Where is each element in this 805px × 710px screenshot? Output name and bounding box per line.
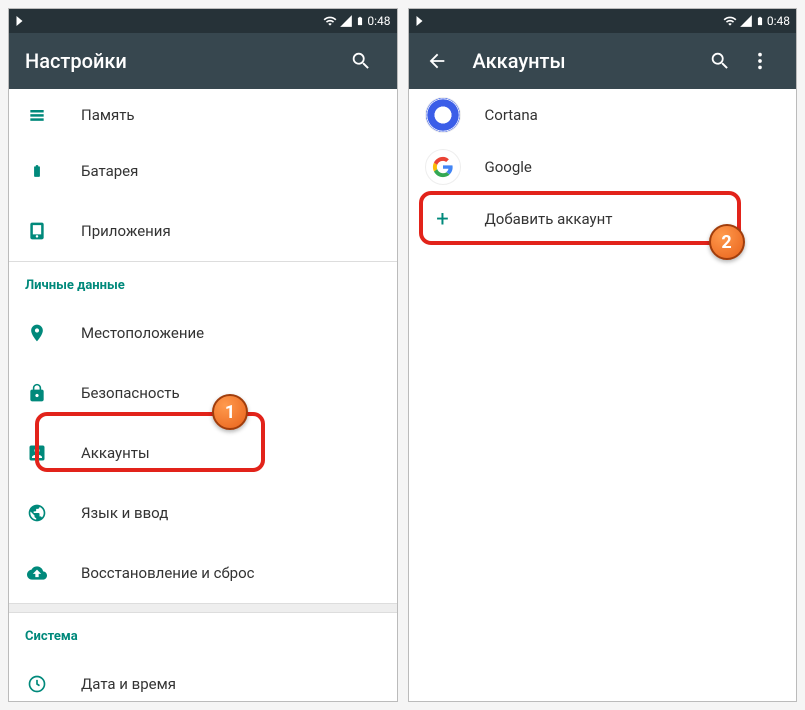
settings-item-apps[interactable]: Приложения xyxy=(9,201,397,261)
section-system-header: Система xyxy=(9,613,397,654)
back-button[interactable] xyxy=(417,41,457,81)
phone-screen-settings: 0:48 Настройки Память Батарея Приложения… xyxy=(8,8,398,702)
play-store-icon xyxy=(415,15,427,27)
settings-item-security[interactable]: Безопасность xyxy=(9,363,397,423)
battery-icon xyxy=(755,14,765,28)
wifi-icon xyxy=(723,14,737,28)
globe-icon xyxy=(25,501,49,525)
page-title: Аккаунты xyxy=(473,49,701,73)
status-bar: 0:48 xyxy=(409,9,797,33)
app-bar: Настройки xyxy=(9,33,397,89)
settings-label: Аккаунты xyxy=(81,444,150,462)
overflow-menu-button[interactable] xyxy=(740,41,780,81)
marker-2: 2 xyxy=(709,224,745,260)
settings-label: Безопасность xyxy=(81,384,180,402)
settings-label: Восстановление и сброс xyxy=(81,564,254,582)
account-icon xyxy=(25,441,49,465)
search-icon xyxy=(709,50,731,72)
play-store-icon xyxy=(15,15,27,27)
status-time: 0:48 xyxy=(767,14,790,28)
settings-label: Батарея xyxy=(81,162,138,180)
cortana-icon xyxy=(425,97,461,133)
status-time: 0:48 xyxy=(367,14,390,28)
more-vert-icon xyxy=(749,50,771,72)
settings-label: Память xyxy=(81,106,135,124)
clock-icon xyxy=(25,672,49,696)
backup-icon xyxy=(25,561,49,585)
memory-icon xyxy=(25,103,49,127)
settings-item-datetime[interactable]: Дата и время xyxy=(9,654,397,702)
settings-item-location[interactable]: Местоположение xyxy=(9,303,397,363)
marker-1: 1 xyxy=(212,394,248,430)
status-bar: 0:48 xyxy=(9,9,397,33)
app-bar: Аккаунты xyxy=(409,33,797,89)
settings-item-backup[interactable]: Восстановление и сброс xyxy=(9,543,397,603)
phone-screen-accounts: 0:48 Аккаунты Cortana Google + Добавить … xyxy=(408,8,798,702)
account-label: Google xyxy=(485,158,532,176)
settings-item-language[interactable]: Язык и ввод xyxy=(9,483,397,543)
settings-label: Язык и ввод xyxy=(81,504,168,522)
search-button[interactable] xyxy=(700,41,740,81)
settings-item-memory[interactable]: Память xyxy=(9,89,397,141)
settings-label: Дата и время xyxy=(81,675,176,693)
apps-icon xyxy=(25,219,49,243)
battery-icon xyxy=(355,14,365,28)
search-button[interactable] xyxy=(341,41,381,81)
battery-settings-icon xyxy=(25,159,49,183)
google-icon xyxy=(425,149,461,185)
arrow-back-icon xyxy=(426,50,448,72)
plus-icon: + xyxy=(425,201,461,237)
settings-label: Приложения xyxy=(81,222,171,240)
account-item-google[interactable]: Google xyxy=(409,141,797,193)
add-account-label: Добавить аккаунт xyxy=(485,210,613,228)
settings-item-accounts[interactable]: Аккаунты xyxy=(9,423,397,483)
wifi-icon xyxy=(323,14,337,28)
account-label: Cortana xyxy=(485,106,538,124)
page-title: Настройки xyxy=(25,49,341,73)
signal-icon xyxy=(739,14,753,28)
account-item-cortana[interactable]: Cortana xyxy=(409,89,797,141)
signal-icon xyxy=(339,14,353,28)
settings-item-battery[interactable]: Батарея xyxy=(9,141,397,201)
location-icon xyxy=(25,321,49,345)
section-personal-header: Личные данные xyxy=(9,261,397,303)
lock-icon xyxy=(25,381,49,405)
search-icon xyxy=(350,50,372,72)
settings-label: Местоположение xyxy=(81,324,204,342)
